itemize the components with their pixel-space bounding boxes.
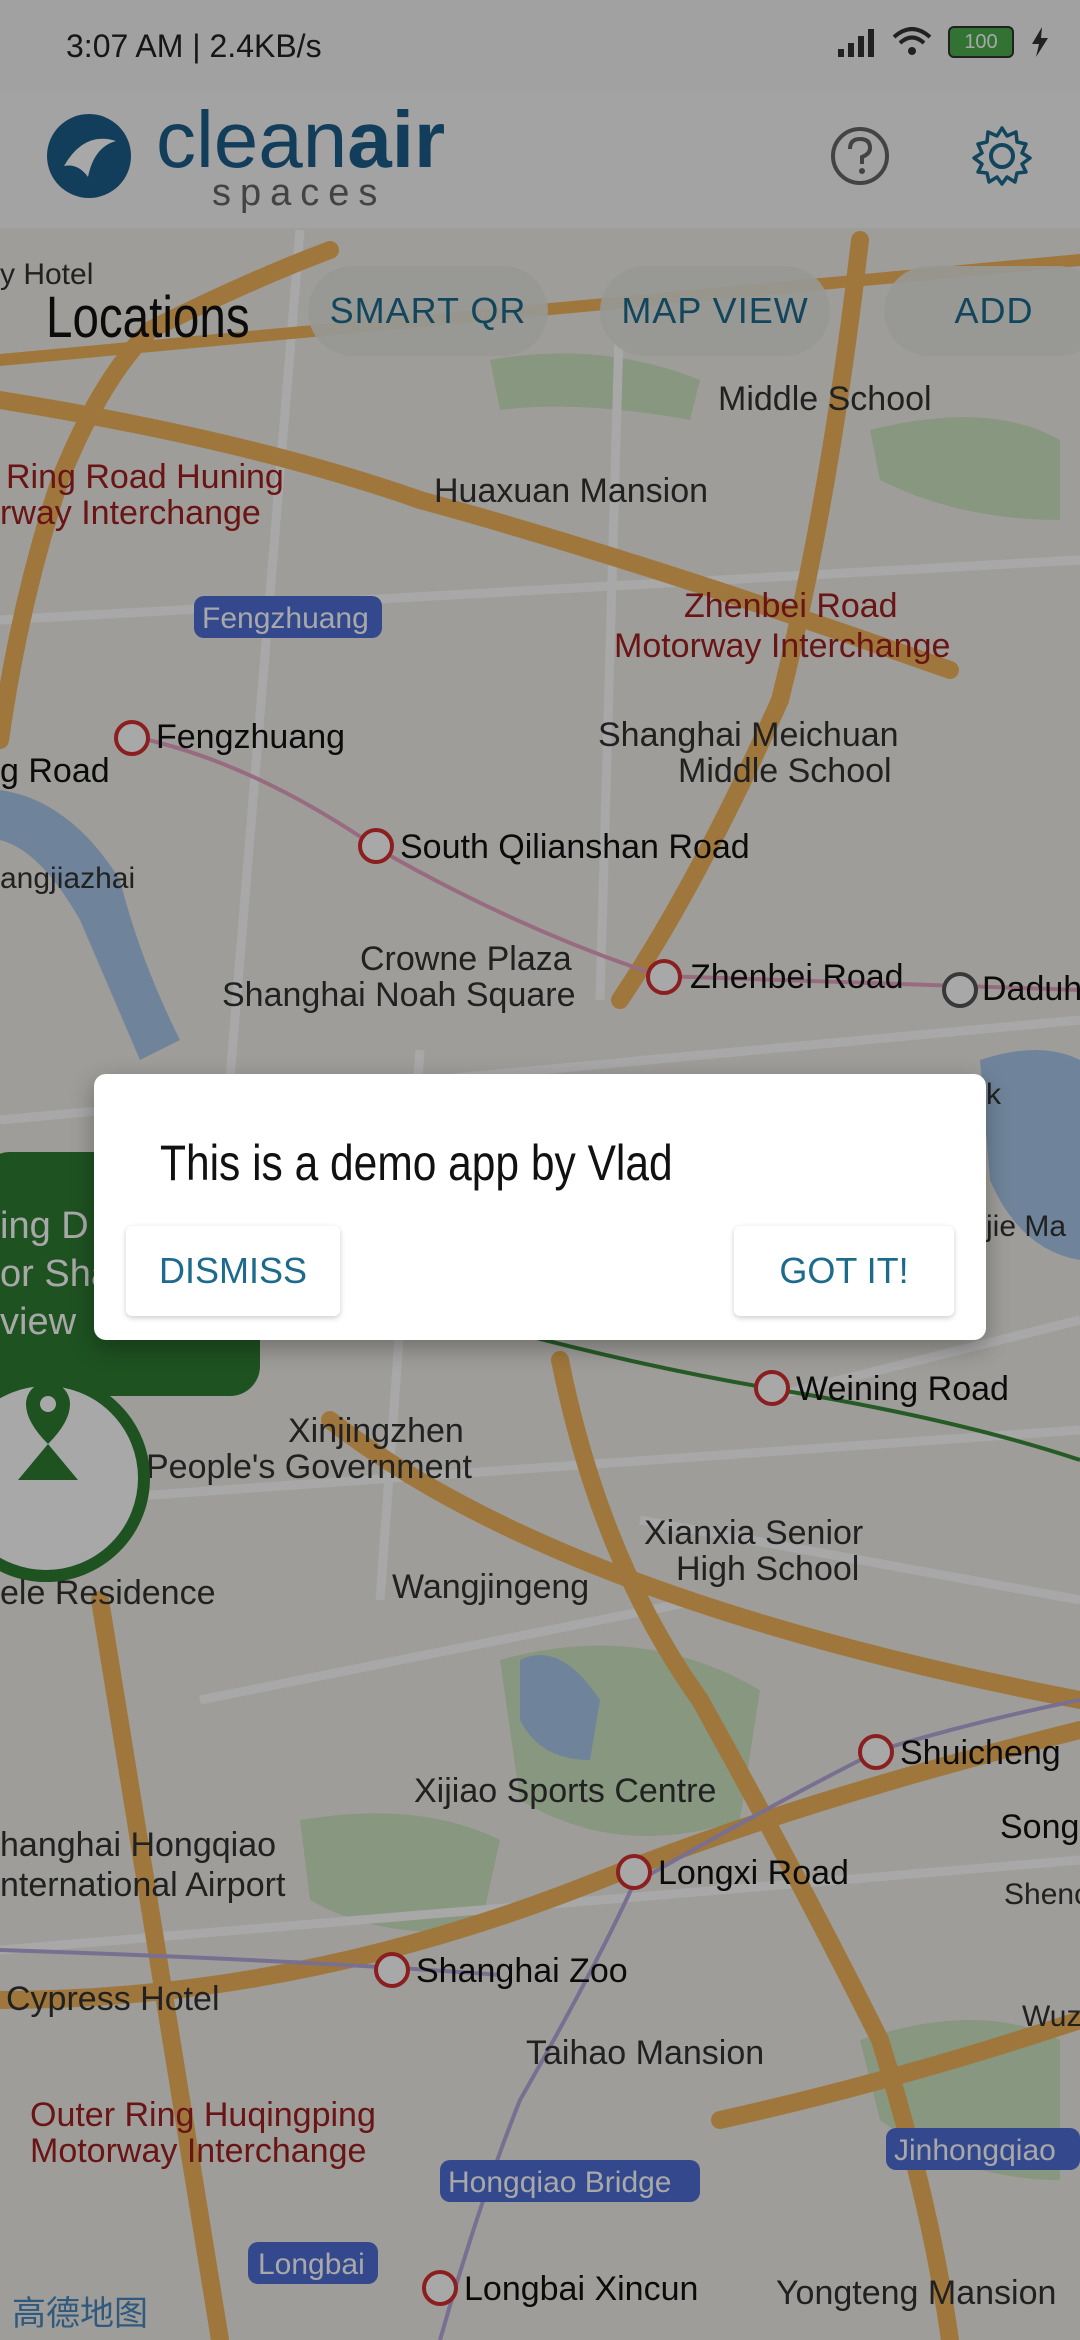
demo-dialog: This is a demo app by Vlad DISMISS GOT I…: [94, 1074, 986, 1340]
dialog-message: This is a demo app by Vlad: [160, 1135, 673, 1191]
dismiss-button[interactable]: DISMISS: [126, 1226, 340, 1316]
got-it-button[interactable]: GOT IT!: [734, 1226, 954, 1316]
